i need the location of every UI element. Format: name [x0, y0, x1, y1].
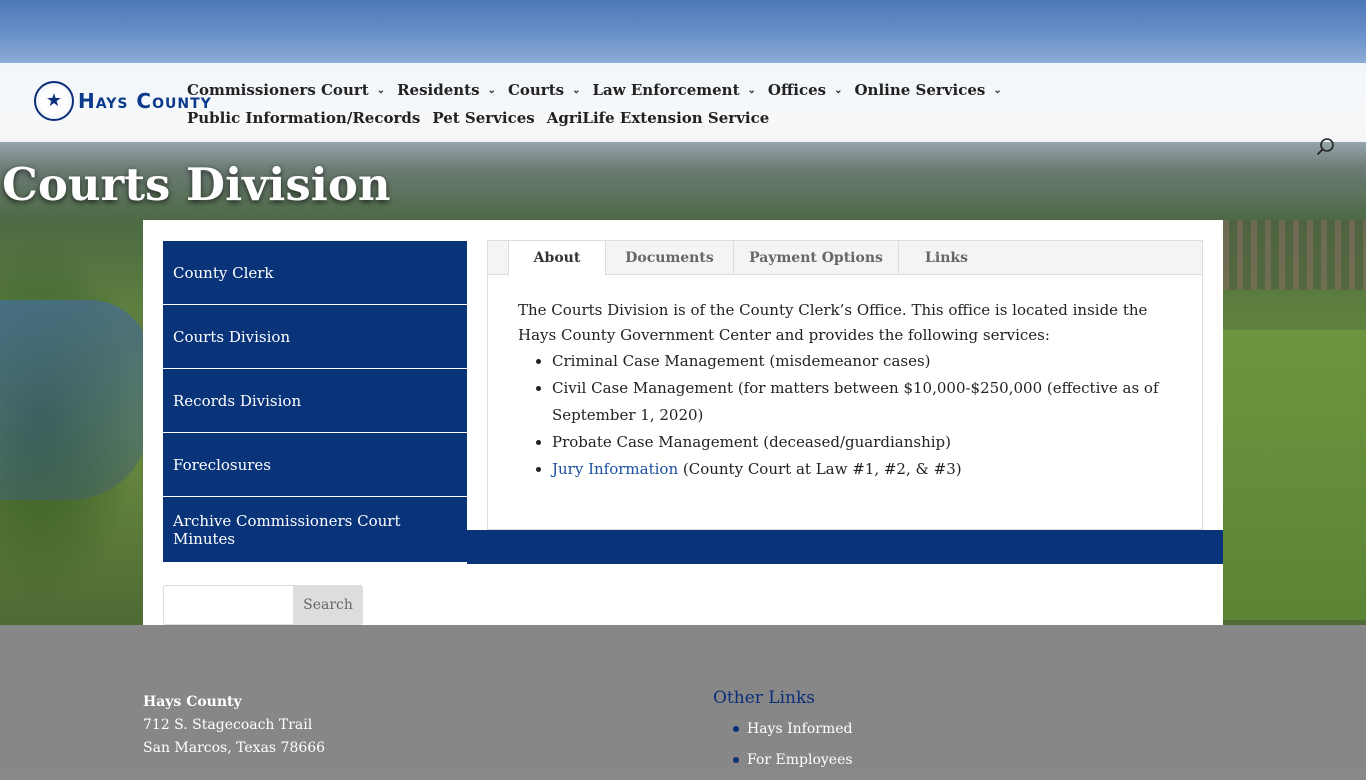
sidebar-item-foreclosures[interactable]: Foreclosures [163, 433, 467, 497]
list-item: Jury Information (County Court at Law #1… [552, 456, 1168, 483]
nav-label: AgriLife Extension Service [546, 109, 770, 127]
list-item: Civil Case Management (for matters betwe… [552, 375, 1168, 429]
hero-houses [1223, 220, 1366, 290]
chevron-down-icon: ⌄ [487, 85, 496, 96]
sidebar-item-records-division[interactable]: Records Division [163, 369, 467, 433]
bullet-icon [733, 726, 739, 732]
nav-label: Online Services [854, 81, 986, 99]
footer-address-line2: San Marcos, Texas 78666 [143, 740, 326, 756]
other-links-title: Other Links [713, 688, 816, 708]
footer-address-line1: 712 S. Stagecoach Trail [143, 717, 313, 733]
search-form: Search [163, 585, 363, 625]
nav-label: Law Enforcement [592, 81, 740, 99]
sidebar-menu: County Clerk Courts Division Records Div… [163, 241, 467, 562]
other-links-list: Hays Informed For Employees [733, 718, 853, 780]
tabs-container: About Documents Payment Options Links Th… [487, 240, 1203, 530]
page-title: Courts Division [2, 158, 391, 211]
county-seal-icon: ★ [34, 81, 74, 121]
footer-link-hays-informed[interactable]: Hays Informed [747, 718, 852, 740]
footer-org-name: Hays County [143, 694, 242, 710]
services-list: Criminal Case Management (misdemeanor ca… [518, 348, 1168, 483]
nav-item-law-enforcement[interactable]: Law Enforcement ⌄ [592, 76, 755, 104]
chevron-down-icon: ⌄ [747, 85, 756, 96]
list-item: Criminal Case Management (misdemeanor ca… [552, 348, 1168, 375]
search-icon[interactable] [1316, 137, 1336, 157]
list-item: Hays Informed [733, 718, 853, 749]
nav-label: Offices [767, 81, 827, 99]
tab-bar: About Documents Payment Options Links [488, 241, 1202, 275]
tab-payment-options[interactable]: Payment Options [734, 241, 899, 274]
sidebar-item-courts-division[interactable]: Courts Division [163, 305, 467, 369]
list-item: For Employees [733, 749, 853, 780]
nav-item-residents[interactable]: Residents ⌄ [397, 76, 496, 104]
footer-address: Hays County 712 S. Stagecoach Trail San … [143, 691, 325, 760]
main-nav: Commissioners Court ⌄ Residents ⌄ Courts… [187, 76, 1247, 132]
nav-item-public-information[interactable]: Public Information/Records [187, 104, 420, 132]
sidebar-item-county-clerk[interactable]: County Clerk [163, 241, 467, 305]
nav-item-agrilife[interactable]: AgriLife Extension Service [547, 104, 770, 132]
nav-item-courts[interactable]: Courts ⌄ [508, 76, 581, 104]
search-input[interactable] [163, 585, 293, 625]
nav-item-commissioners-court[interactable]: Commissioners Court ⌄ [187, 76, 385, 104]
star-icon: ★ [45, 90, 63, 111]
site-logo[interactable]: ★ Hays County [34, 81, 212, 121]
nav-label: Public Information/Records [187, 109, 421, 127]
bullet-icon [733, 757, 739, 763]
nav-label: Commissioners Court [187, 81, 369, 99]
nav-label: Courts [507, 81, 565, 99]
jury-info-detail: (County Court at Law #1, #2, & #3) [678, 460, 962, 478]
chevron-down-icon: ⌄ [993, 85, 1002, 96]
search-button[interactable]: Search [293, 585, 363, 625]
tab-content-about: The Courts Division is of the County Cle… [518, 298, 1168, 483]
chevron-down-icon: ⌄ [376, 85, 386, 96]
sidebar-item-archive-minutes[interactable]: Archive Commissioners Court Minutes [163, 497, 467, 562]
tab-documents[interactable]: Documents [606, 241, 734, 274]
nav-item-pet-services[interactable]: Pet Services [432, 104, 534, 132]
about-intro: The Courts Division is of the County Cle… [518, 301, 1148, 344]
nav-label: Pet Services [432, 109, 535, 127]
jury-information-link[interactable]: Jury Information [552, 460, 678, 478]
chevron-down-icon: ⌄ [834, 85, 843, 96]
chevron-down-icon: ⌄ [572, 85, 581, 96]
blue-band [467, 530, 1223, 564]
hero-field [1223, 330, 1366, 620]
nav-item-offices[interactable]: Offices ⌄ [768, 76, 843, 104]
nav-item-online-services[interactable]: Online Services ⌄ [854, 76, 1001, 104]
nav-label: Residents [397, 81, 480, 99]
hero-river [0, 300, 150, 500]
tab-links[interactable]: Links [899, 241, 994, 274]
tab-about[interactable]: About [508, 241, 606, 275]
list-item: Probate Case Management (deceased/guardi… [552, 429, 1168, 456]
